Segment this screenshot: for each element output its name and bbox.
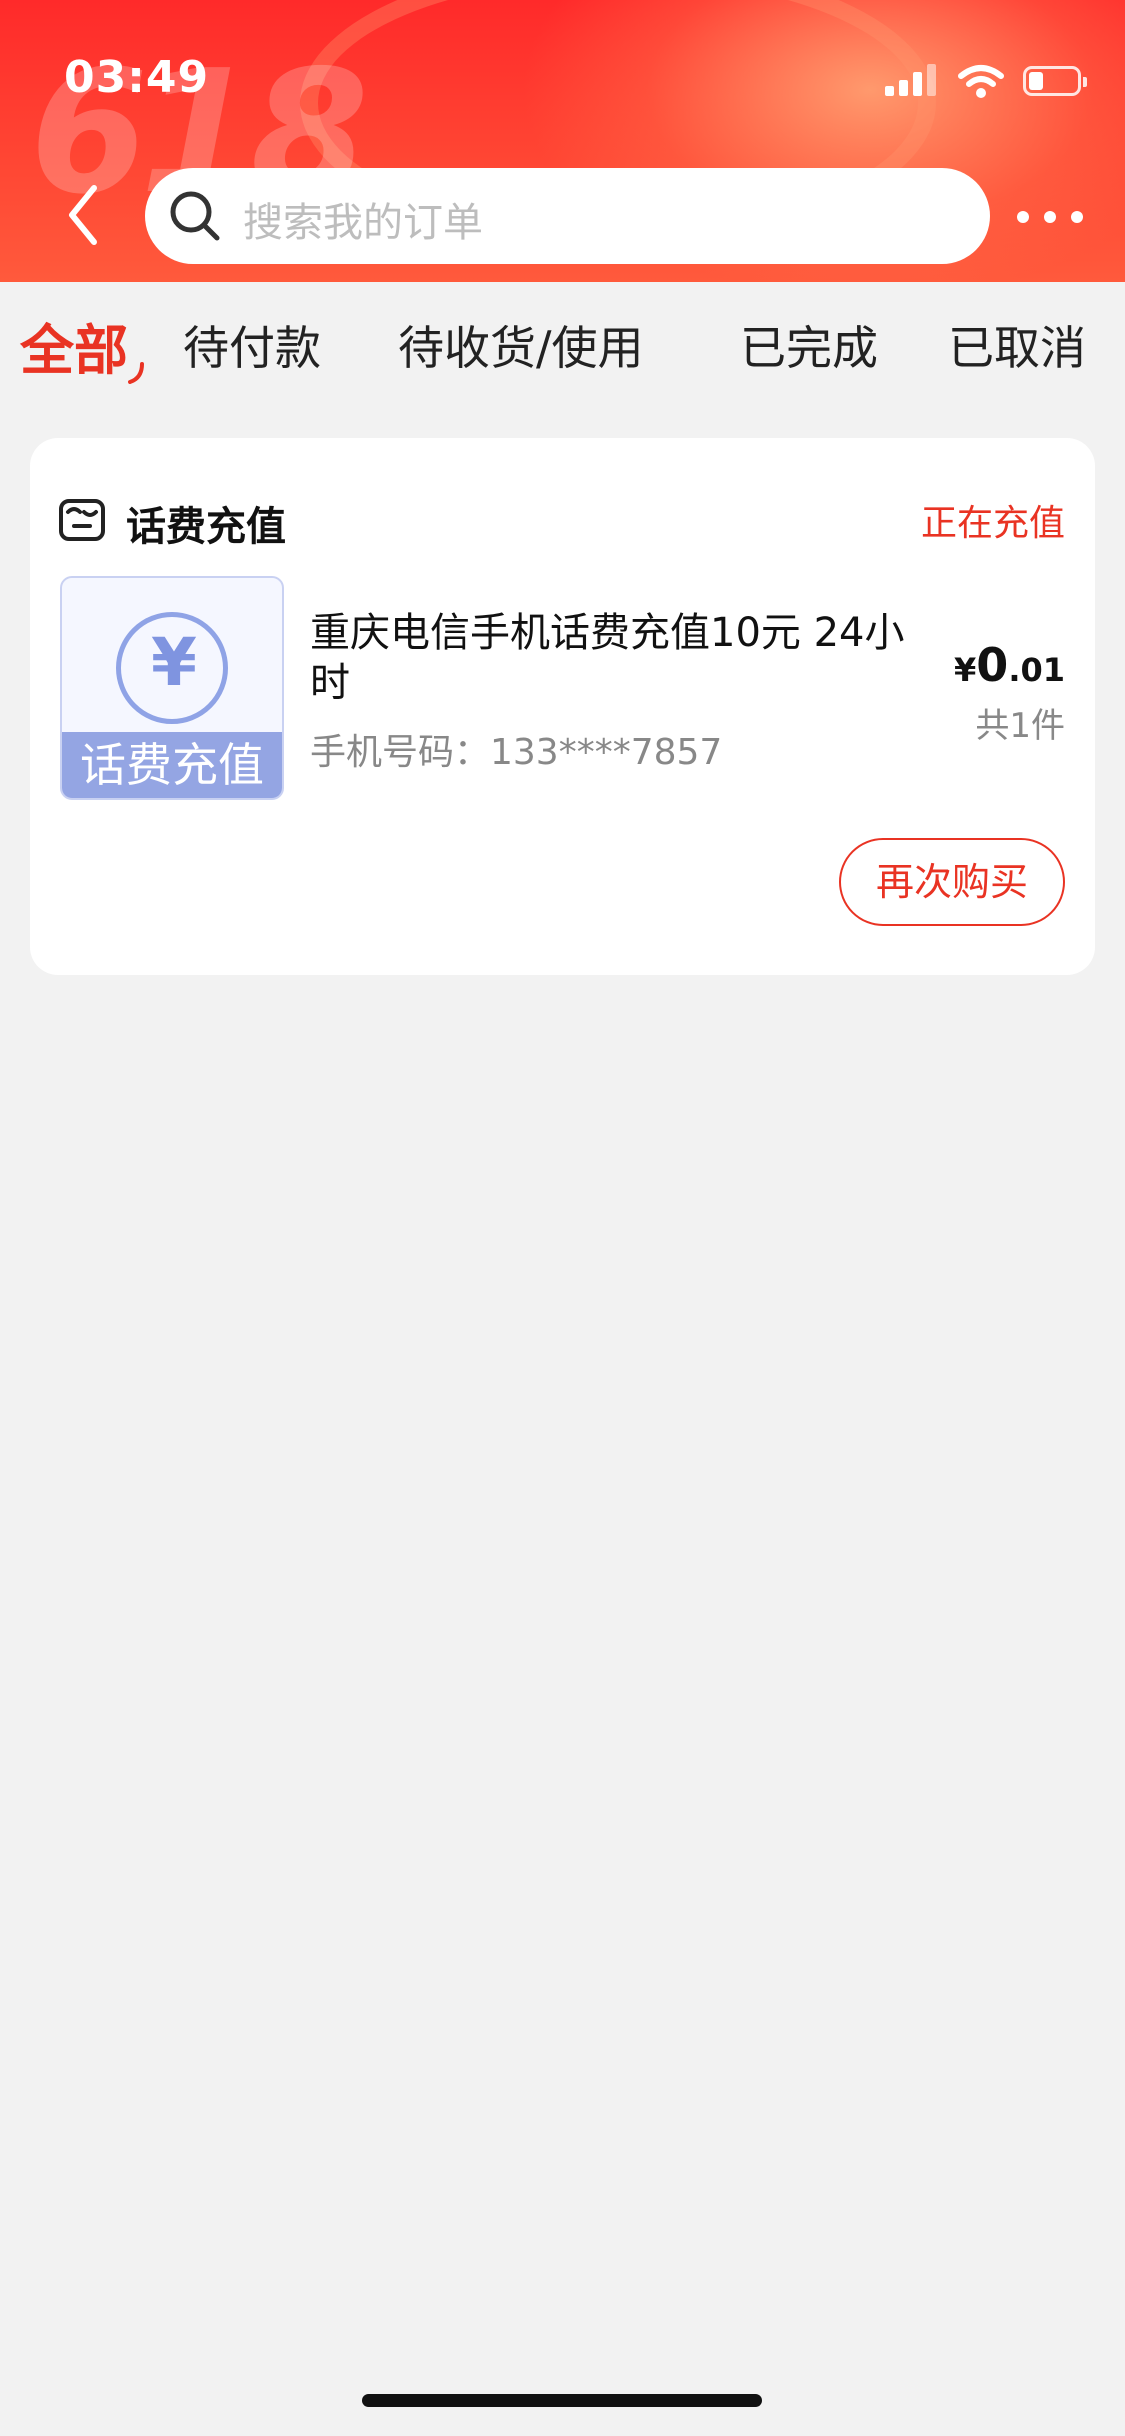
tab-cancelled[interactable]: 已取消 — [948, 312, 1086, 378]
price-decimal: .01 — [1008, 651, 1065, 689]
wifi-icon — [958, 65, 1004, 98]
search-icon — [170, 191, 220, 241]
shop-name[interactable]: 话费充值 — [126, 494, 286, 552]
yen-icon: ¥ — [151, 624, 197, 701]
order-price: ¥0.01 — [954, 638, 1065, 692]
tab-completed[interactable]: 已完成 — [740, 312, 878, 378]
header: 618 03:49 搜索我的订单 — [0, 0, 1125, 282]
home-indicator[interactable] — [362, 2394, 762, 2407]
battery-icon — [1023, 66, 1087, 96]
item-count: 共1件 — [975, 706, 1065, 746]
tab-pending-receipt[interactable]: 待收货/使用 — [398, 312, 644, 378]
status-icons — [885, 62, 1087, 102]
signal-icon — [885, 62, 941, 102]
buy-again-button[interactable]: 再次购买 — [839, 838, 1065, 926]
back-icon[interactable] — [60, 180, 110, 250]
tab-all[interactable]: 全部 — [20, 306, 128, 385]
tab-pending-payment[interactable]: 待付款 — [183, 312, 321, 378]
order-status: 正在充值 — [920, 503, 1065, 544]
status-time: 03:49 — [64, 52, 210, 103]
search-placeholder: 搜索我的订单 — [243, 200, 483, 246]
thumbnail-label: 话费充值 — [62, 732, 282, 798]
product-title[interactable]: 重庆电信手机话费充值10元 24小时 — [310, 608, 930, 708]
phone-number: 手机号码：133****7857 — [310, 732, 723, 773]
search-input[interactable]: 搜索我的订单 — [145, 168, 990, 264]
shop-icon — [59, 499, 105, 541]
price-currency: ¥ — [954, 651, 977, 689]
order-card[interactable]: 话费充值 正在充值 ¥ 话费充值 重庆电信手机话费充值10元 24小时 手机号码… — [30, 438, 1095, 975]
active-tab-indicator — [128, 362, 144, 384]
more-icon[interactable] — [1015, 195, 1085, 235]
product-thumbnail[interactable]: ¥ 话费充值 — [60, 576, 284, 800]
order-tabs: 全部 待付款 待收货/使用 已完成 已取消 — [0, 282, 1125, 392]
price-integer: 0 — [976, 638, 1009, 692]
